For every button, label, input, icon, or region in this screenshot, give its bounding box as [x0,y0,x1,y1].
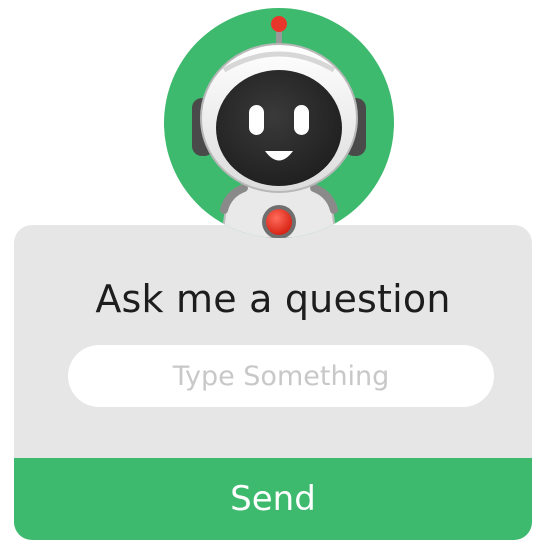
card-title: Ask me a question [95,277,451,321]
question-card: Ask me a question Send [14,225,532,540]
chat-widget: Ask me a question Send [0,0,533,542]
send-button[interactable]: Send [14,458,532,540]
question-input[interactable] [68,345,494,407]
robot-avatar-icon [164,8,394,238]
